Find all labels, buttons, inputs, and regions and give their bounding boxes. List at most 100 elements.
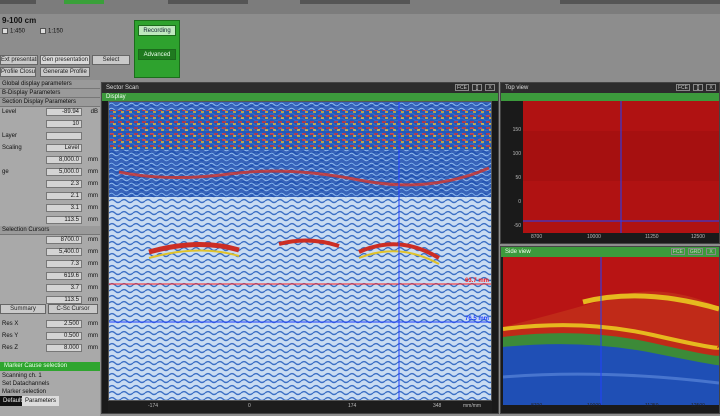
- param-value-field[interactable]: 7.3: [46, 260, 82, 268]
- top-strip: [0, 0, 720, 14]
- top-view-y-tick: 150: [512, 127, 521, 133]
- param-value-field[interactable]: 2.500: [46, 320, 82, 328]
- radar-x-axis: -174 0 174 348 mm/mm: [108, 401, 492, 413]
- radar-x-tick: -174: [148, 403, 159, 409]
- radar-x-unit: mm/mm: [463, 403, 482, 409]
- tab-cursor[interactable]: C-Sc Cursor: [48, 304, 98, 314]
- top-view-x-tick: 12500: [691, 234, 705, 240]
- top-view-y-tick: 0: [518, 199, 521, 205]
- param-row: 8,000.0 mm: [0, 156, 100, 165]
- param-value-field[interactable]: [46, 132, 82, 140]
- param-unit: mm: [88, 205, 98, 211]
- param-value-field[interactable]: 8.000: [46, 344, 82, 352]
- param-row: 8700.0 mm: [0, 236, 100, 245]
- param-value-field[interactable]: 0.500: [46, 332, 82, 340]
- param-row: 10: [0, 120, 100, 129]
- param-unit: mm: [88, 273, 98, 279]
- param-value-field[interactable]: 3.7: [46, 284, 82, 292]
- radar-maximize-icon[interactable]: []: [472, 84, 482, 91]
- top-strip-segment: [560, 0, 720, 4]
- param-row: Res Y 0.500 mm: [0, 332, 100, 341]
- param-unit: dB: [90, 109, 98, 115]
- tab-summary[interactable]: Summary: [0, 304, 46, 314]
- side-view-grid-icon[interactable]: GRD: [687, 248, 703, 255]
- param-label: Res Z: [2, 345, 19, 351]
- side-view-titlebar: Side view FCE GRD X: [501, 247, 719, 257]
- param-value-field[interactable]: 113.5: [46, 296, 82, 304]
- side-view-fce-icon[interactable]: FCE: [670, 248, 685, 255]
- param-unit: mm: [88, 193, 98, 199]
- page-title: 9-100 cm: [2, 16, 37, 25]
- top-view-x-tick: 10000: [587, 234, 601, 240]
- side-view-x-tick: 12500: [691, 403, 705, 409]
- radar-close-icon[interactable]: X: [485, 84, 495, 91]
- tab-select[interactable]: Select: [92, 55, 130, 65]
- bottom-tab-parameters[interactable]: Parameters: [22, 396, 60, 406]
- radar-fce-icon[interactable]: FCE: [455, 84, 469, 91]
- top-view-fce-icon[interactable]: FCE: [676, 84, 690, 91]
- tab-ext-presentation[interactable]: Ext presentation: [0, 55, 38, 65]
- radar-image: [109, 102, 491, 400]
- param-unit: mm: [88, 169, 98, 175]
- param-row: Res X 2.500 mm: [0, 320, 100, 329]
- param-unit: mm: [88, 285, 98, 291]
- top-strip-segment: [168, 0, 248, 4]
- param-unit: mm: [88, 321, 98, 327]
- param-row: 2.3 mm: [0, 180, 100, 189]
- top-view-y-tick: 100: [512, 151, 521, 157]
- param-value-field[interactable]: Level: [46, 144, 82, 152]
- param-value-field[interactable]: 8700.0: [46, 236, 82, 244]
- profile-closure-button[interactable]: Profile Closure: [0, 67, 36, 77]
- tab-gen-presentation[interactable]: Gen presentation: [40, 55, 90, 65]
- param-label: ge: [2, 169, 9, 175]
- param-value-field[interactable]: 5,000.0: [46, 168, 82, 176]
- top-view-panel: Top view FCE [] X 150 100 50 0 -50 8700 …: [500, 82, 720, 244]
- top-view-x-tick: 11250: [645, 234, 659, 240]
- param-value-field[interactable]: 2.3: [46, 180, 82, 188]
- param-unit: mm: [88, 333, 98, 339]
- param-row: 7.3 mm: [0, 260, 100, 269]
- radar-title: Sector Scan: [106, 85, 139, 91]
- param-value-field[interactable]: 619.6: [46, 272, 82, 280]
- param-value-field[interactable]: 113.5: [46, 216, 82, 224]
- param-value-field[interactable]: -89.94: [46, 108, 82, 116]
- top-view-title: Top view: [505, 85, 529, 91]
- advanced-button[interactable]: Advanced: [138, 49, 176, 60]
- radar-x-tick: 0: [248, 403, 251, 409]
- selection-cursors-header[interactable]: Selection Cursors: [0, 226, 100, 235]
- top-view-maximize-icon[interactable]: []: [693, 84, 703, 91]
- radar-plot[interactable]: 63.7 mm 76.5 mm: [108, 101, 492, 401]
- checkbox-scale-2[interactable]: 1:150: [40, 28, 63, 35]
- param-value-field[interactable]: 2.1: [46, 192, 82, 200]
- generate-profile-button[interactable]: Generate Profile: [40, 67, 90, 77]
- param-row: 113.5 mm: [0, 216, 100, 225]
- checkbox-scale-1-label: 1:450: [10, 28, 26, 35]
- top-strip-segment: [64, 0, 104, 4]
- param-row: Res Z 8.000 mm: [0, 344, 100, 353]
- side-view-close-icon[interactable]: X: [706, 248, 716, 255]
- param-label: Level: [2, 109, 17, 115]
- param-value-field[interactable]: 8,000.0: [46, 156, 82, 164]
- param-unit: mm: [88, 345, 98, 351]
- b-display-header[interactable]: B-Display Parameters: [0, 89, 100, 98]
- param-unit: mm: [88, 181, 98, 187]
- top-view-close-icon[interactable]: X: [706, 84, 716, 91]
- param-unit: mm: [88, 261, 98, 267]
- marker-cause-bar[interactable]: Marker Cause selection: [0, 362, 100, 371]
- param-value-field[interactable]: 5,400.0: [46, 248, 82, 256]
- param-label: Res Y: [2, 333, 19, 339]
- top-view-plot[interactable]: [523, 101, 719, 233]
- param-unit: mm: [88, 157, 98, 163]
- recording-button[interactable]: Recording: [138, 25, 176, 36]
- section-display-header[interactable]: Section Display Parameters: [0, 98, 100, 107]
- param-value-field[interactable]: 3.1: [46, 204, 82, 212]
- global-display-header[interactable]: Global display parameters: [0, 80, 100, 89]
- param-value-field[interactable]: 10: [46, 120, 82, 128]
- checkbox-scale-1[interactable]: 1:450: [2, 28, 25, 35]
- side-view-x-tick: 11250: [645, 403, 659, 409]
- param-row: Layer: [0, 132, 100, 141]
- top-view-titlebar: Top view FCE [] X: [501, 83, 719, 93]
- side-view-plot[interactable]: [503, 257, 719, 405]
- radar-scan-panel: Sector Scan FCE [] X Display 63.7 mm 76.…: [101, 82, 499, 414]
- param-unit: mm: [88, 217, 98, 223]
